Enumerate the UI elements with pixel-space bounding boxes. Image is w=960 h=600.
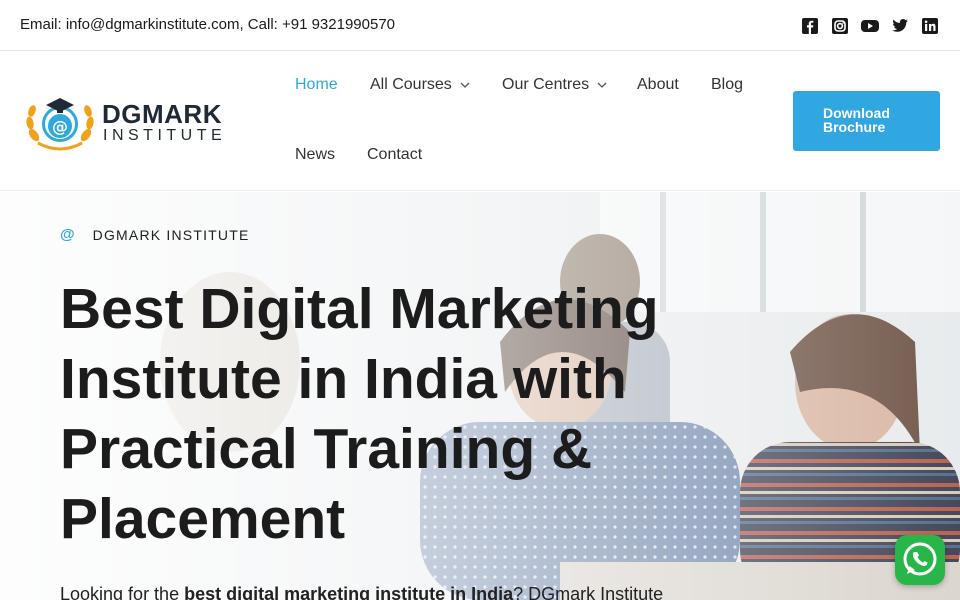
logo-wordmark: DGMARK (102, 99, 222, 129)
nav-home[interactable]: Home (295, 76, 338, 94)
logo-emblem: @ (26, 98, 94, 151)
hero-section: @ DGMARK INSTITUTE Best Digital Marketin… (0, 192, 960, 600)
top-bar: Email: info@dgmarkinstitute.com, Call: +… (0, 0, 960, 51)
site-header: @ DGMARK INSTITUTE Home All Courses Our … (0, 51, 960, 191)
contact-info: Email: info@dgmarkinstitute.com, Call: +… (20, 16, 396, 33)
facebook-icon[interactable] (801, 17, 819, 35)
hero-lead-bold: best digital marketing institute in Indi… (184, 584, 514, 600)
nav-contact[interactable]: Contact (367, 146, 422, 164)
nav-contact-label: Contact (367, 146, 423, 163)
nav-our-centres[interactable]: Our Centres (502, 76, 607, 94)
whatsapp-icon (903, 542, 937, 576)
social-links (801, 17, 939, 35)
twitter-icon[interactable] (891, 17, 909, 35)
nav-blog-label: Blog (711, 76, 744, 93)
nav-all-courses-label: All Courses (370, 76, 452, 93)
download-brochure-button[interactable]: Download Brochure (793, 91, 940, 151)
hero-lead: Looking for the best digital marketing i… (60, 584, 663, 600)
hero-lead-start: Looking for the (60, 584, 185, 600)
main-nav: Home All Courses Our Centres About Blog … (279, 51, 769, 191)
hero-eyebrow: @ DGMARK INSTITUTE (60, 226, 250, 243)
chevron-down-icon (597, 82, 607, 88)
logo-subtitle: INSTITUTE (103, 127, 227, 144)
nav-blog[interactable]: Blog (711, 76, 743, 94)
chevron-down-icon (460, 82, 470, 88)
youtube-icon[interactable] (861, 17, 879, 35)
nav-our-centres-label: Our Centres (502, 76, 590, 93)
svg-text:@: @ (52, 117, 68, 136)
download-brochure-label: Download Brochure (823, 105, 890, 135)
nav-about-label: About (637, 76, 679, 93)
at-icon: @ (60, 226, 75, 243)
linkedin-icon[interactable] (921, 17, 939, 35)
nav-all-courses[interactable]: All Courses (370, 76, 470, 94)
hero-eyebrow-text: DGMARK INSTITUTE (92, 226, 250, 243)
nav-about[interactable]: About (637, 76, 679, 94)
instagram-icon[interactable] (831, 17, 849, 35)
site-logo[interactable]: @ DGMARK INSTITUTE (24, 91, 238, 153)
hero-lead-end: ? DGmark Institute (513, 584, 664, 600)
hero-title: Best Digital Marketing Institute in Indi… (60, 277, 659, 551)
nav-home-label: Home (295, 76, 338, 93)
nav-news-label: News (295, 146, 336, 163)
whatsapp-chat-button[interactable] (895, 535, 945, 585)
nav-news[interactable]: News (295, 146, 335, 164)
